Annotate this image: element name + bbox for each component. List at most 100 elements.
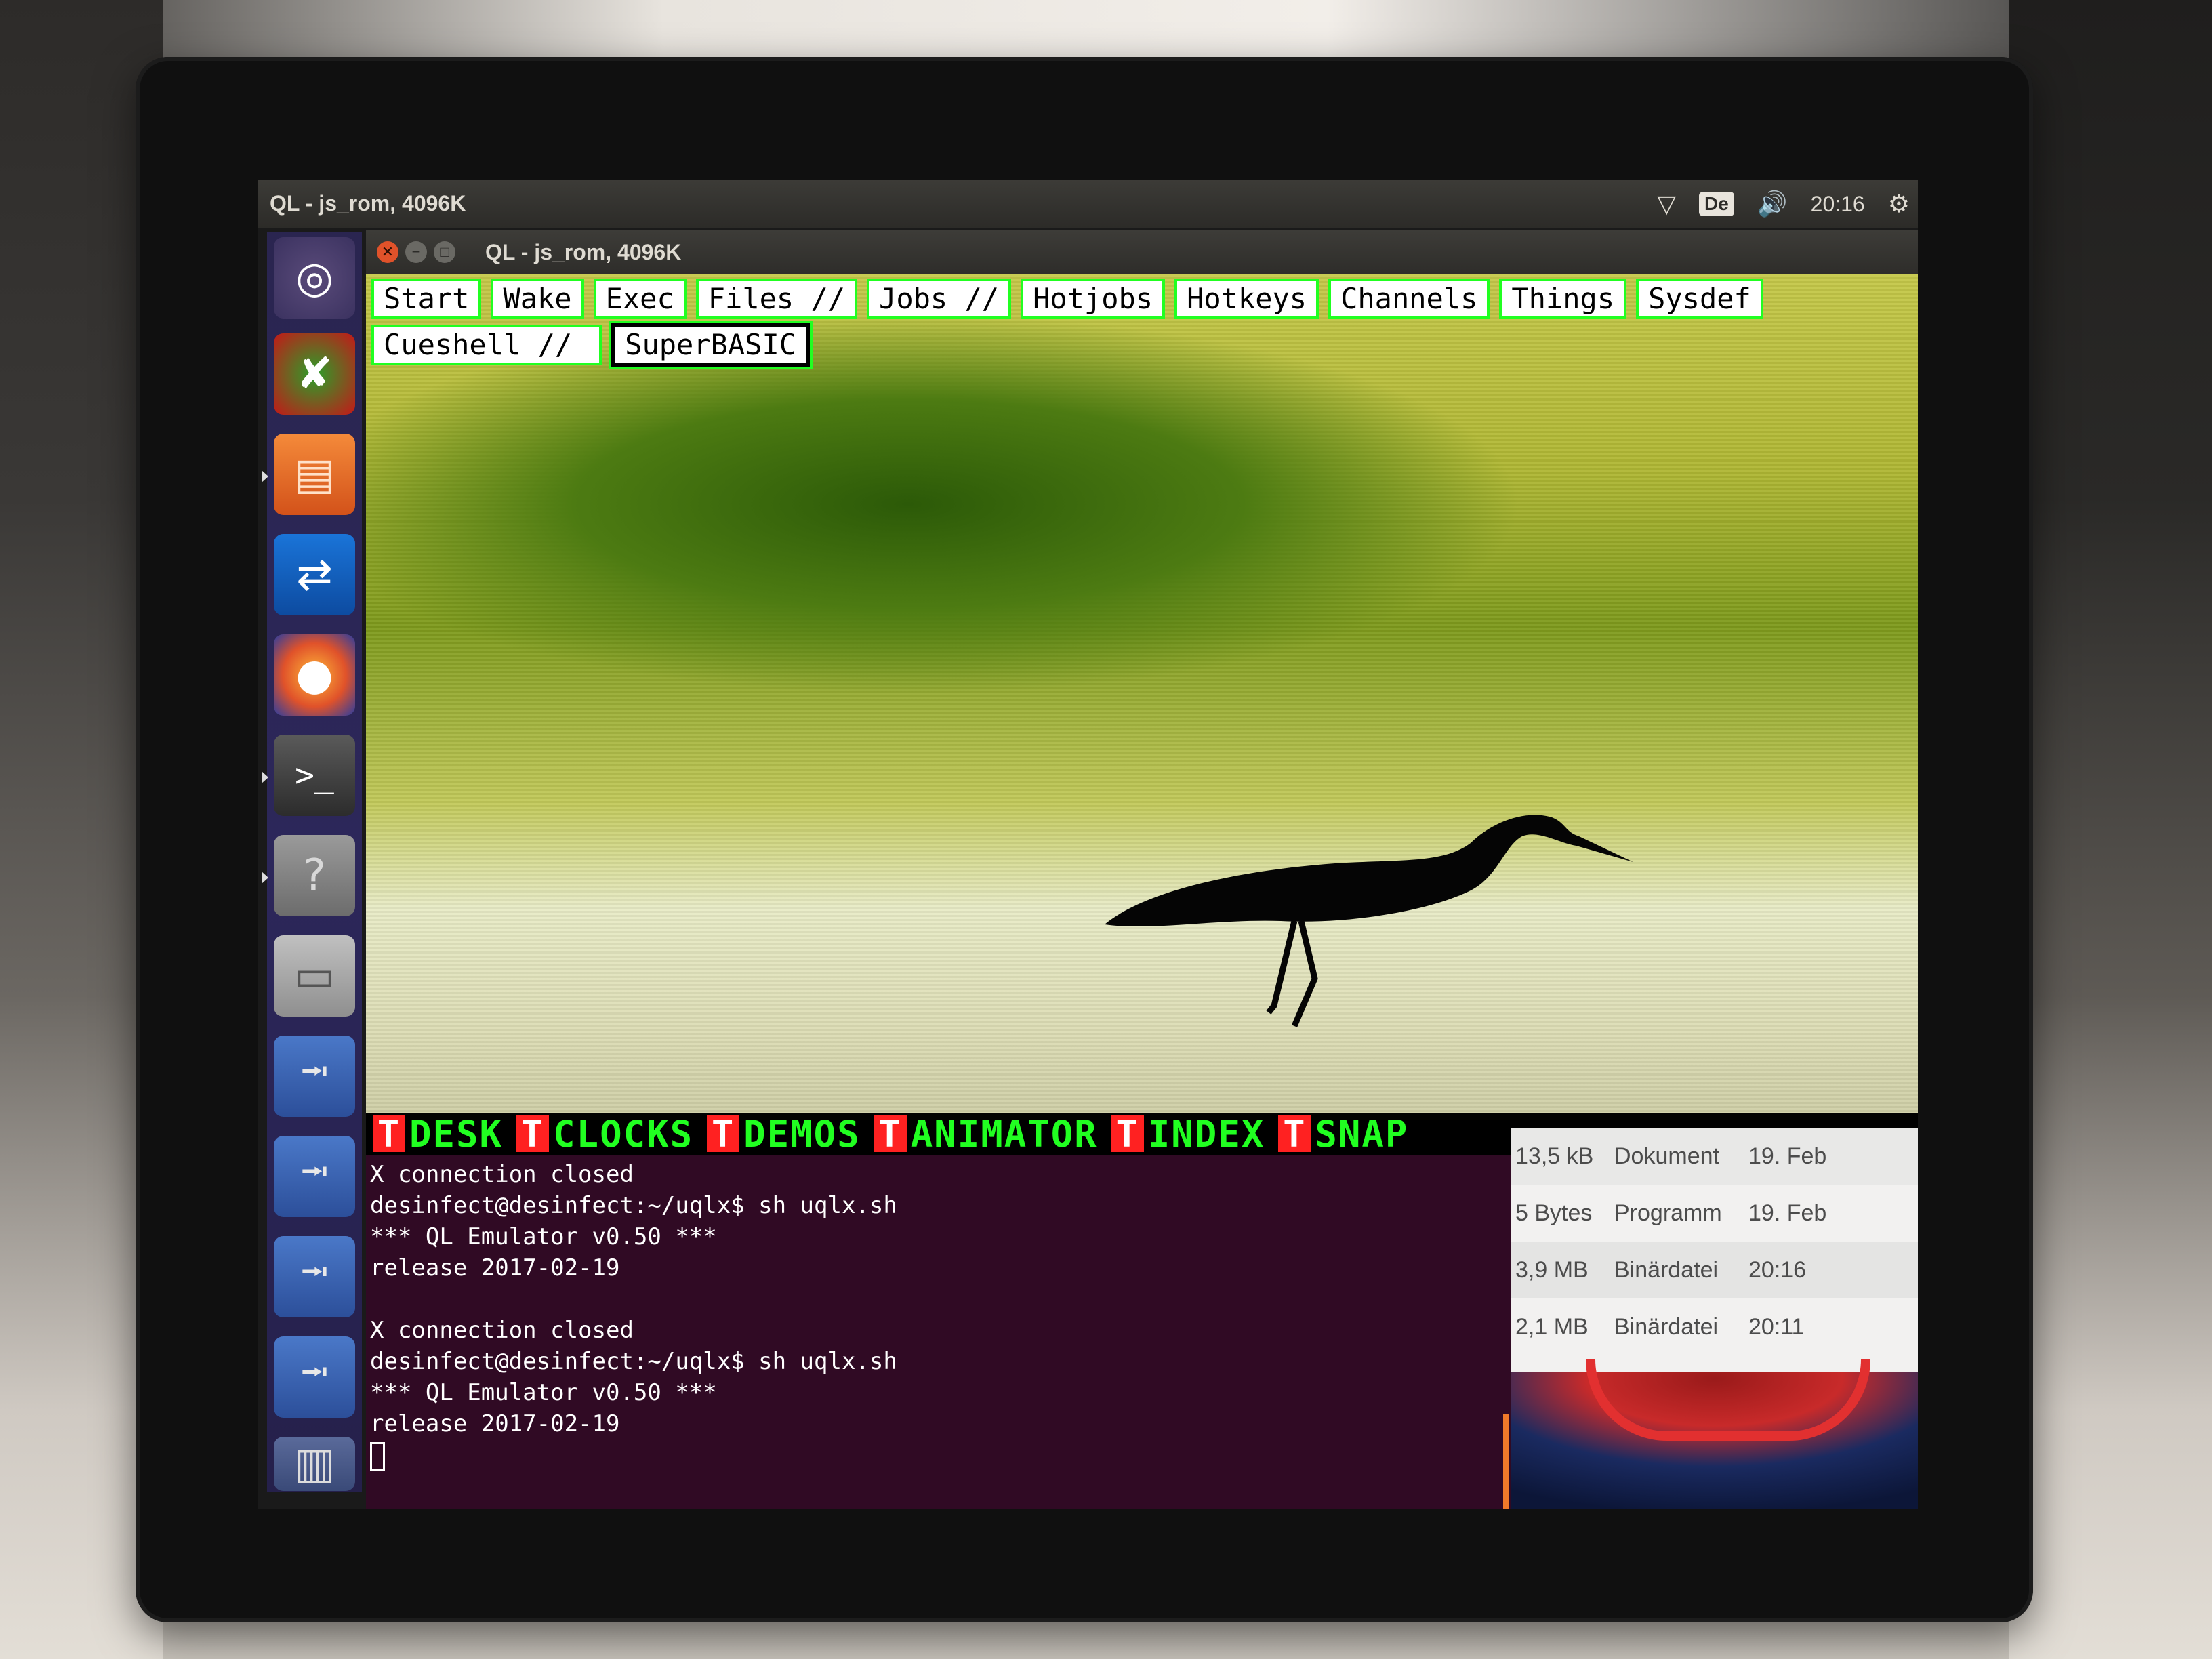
ql-tab-snap[interactable]: T SNAP bbox=[1278, 1113, 1408, 1155]
terminal-line: *** QL Emulator v0.50 *** bbox=[370, 1223, 717, 1250]
file-date: 19. Feb bbox=[1748, 1200, 1827, 1226]
terminal-icon: >_ bbox=[295, 756, 334, 794]
heron-silhouette bbox=[1105, 815, 1633, 1027]
minimize-icon[interactable]: − bbox=[405, 241, 427, 263]
usb-launcher-2[interactable]: ⭲ bbox=[274, 1136, 355, 1217]
ql-menu-wake[interactable]: Wake bbox=[491, 279, 584, 319]
ubuntu-dash-button[interactable]: ◎ bbox=[274, 237, 355, 319]
file-date: 19. Feb bbox=[1748, 1143, 1827, 1169]
teamviewer-icon: ⇄ bbox=[296, 550, 333, 600]
ql-menu-hotkeys[interactable]: Hotkeys bbox=[1174, 279, 1319, 319]
file-manager-fragment: 13,5 kB Dokument 19. Feb 5 Bytes Program… bbox=[1511, 1128, 1918, 1372]
ql-menu-row-1: Start Wake Exec Files ∕∕ Jobs ∕∕ Hotjobs… bbox=[371, 276, 1763, 321]
terminal-launcher[interactable]: >_ bbox=[274, 735, 355, 816]
file-size: 5 Bytes bbox=[1515, 1200, 1593, 1226]
file-row[interactable]: 13,5 kB Dokument 19. Feb bbox=[1511, 1128, 1918, 1185]
virus-icon: ✘ bbox=[296, 349, 333, 399]
ql-menu-exec[interactable]: Exec bbox=[593, 279, 687, 319]
file-date: 20:11 bbox=[1748, 1313, 1805, 1340]
usb-icon: ⭲ bbox=[300, 1150, 329, 1193]
ql-tab-label: INDEX bbox=[1147, 1112, 1265, 1155]
firefox-launcher[interactable]: ● bbox=[274, 634, 355, 716]
file-type: Binärdatei bbox=[1614, 1313, 1719, 1340]
wifi-icon[interactable]: ▽ bbox=[1657, 190, 1676, 218]
file-date: 20:16 bbox=[1748, 1256, 1807, 1283]
usb-icon: ⭲ bbox=[300, 1050, 329, 1092]
ql-tab-animator[interactable]: T ANIMATOR bbox=[874, 1113, 1098, 1155]
ql-menu-row-2: Cueshell ∕∕ SuperBASIC bbox=[371, 321, 813, 369]
room-background-right bbox=[2009, 0, 2212, 1659]
terminal-line: release 2017-02-19 bbox=[370, 1410, 620, 1437]
file-size: 3,9 MB bbox=[1515, 1256, 1589, 1283]
file-row[interactable]: 5 Bytes Programm 19. Feb bbox=[1511, 1185, 1918, 1242]
launcher-running-pip bbox=[262, 771, 268, 783]
close-icon[interactable]: ✕ bbox=[377, 241, 398, 263]
launcher: ◎ ✘ ▤ ⇄ ● >_ ? ▭ ⭲ ⭲ ⭲ ⭲ ▥ bbox=[262, 232, 362, 1492]
file-type: Binärdatei bbox=[1614, 1256, 1719, 1283]
terminal-cursor bbox=[370, 1441, 385, 1471]
ql-tab-marker: T bbox=[1111, 1113, 1144, 1155]
ql-tab-label: ANIMATOR bbox=[910, 1112, 1098, 1155]
drive-icon: ▭ bbox=[293, 951, 335, 1001]
ql-menu-hotjobs[interactable]: Hotjobs bbox=[1021, 279, 1166, 319]
ql-menu-cueshell[interactable]: Cueshell ∕∕ bbox=[371, 325, 602, 365]
file-type: Programm bbox=[1614, 1200, 1722, 1226]
keyboard-layout-indicator[interactable]: De bbox=[1699, 192, 1734, 216]
ql-menu-sysdef[interactable]: Sysdef bbox=[1636, 279, 1763, 319]
ql-menu-start[interactable]: Start bbox=[371, 279, 482, 319]
terminal-line: desinfect@desinfect:~/uqlx$ sh uqlx.sh bbox=[370, 1192, 897, 1219]
ql-menu-files[interactable]: Files ∕∕ bbox=[695, 279, 858, 319]
teamviewer-launcher[interactable]: ⇄ bbox=[274, 534, 355, 615]
launcher-running-pip bbox=[262, 872, 268, 884]
terminal-line: X connection closed bbox=[370, 1161, 634, 1188]
ql-tab-marker: T bbox=[874, 1113, 907, 1155]
folder-icon: ▤ bbox=[293, 449, 335, 499]
ql-tab-index[interactable]: T INDEX bbox=[1111, 1113, 1265, 1155]
ql-menu-things[interactable]: Things bbox=[1499, 279, 1627, 319]
ql-tab-marker: T bbox=[1278, 1113, 1311, 1155]
wallpaper-logo-ring bbox=[1586, 1359, 1870, 1441]
usb-launcher-1[interactable]: ⭲ bbox=[274, 1036, 355, 1117]
ql-tab-marker: T bbox=[707, 1113, 740, 1155]
file-type: Dokument bbox=[1614, 1143, 1719, 1169]
ubuntu-logo-icon: ◎ bbox=[295, 253, 333, 303]
file-row[interactable]: 3,9 MB Binärdatei 20:16 bbox=[1511, 1242, 1918, 1298]
ql-tab-demos[interactable]: T DEMOS bbox=[707, 1113, 861, 1155]
active-app-title: QL - js_rom, 4096K bbox=[270, 191, 466, 216]
ql-tab-label: DEMOS bbox=[743, 1112, 861, 1155]
ql-tab-clocks[interactable]: T CLOCKS bbox=[516, 1113, 693, 1155]
ql-tab-marker: T bbox=[516, 1113, 550, 1155]
terminal-prompt-line[interactable] bbox=[370, 1439, 1507, 1471]
help-launcher[interactable]: ? bbox=[274, 835, 355, 916]
file-size: 2,1 MB bbox=[1515, 1313, 1589, 1340]
trash-launcher[interactable]: ▥ bbox=[274, 1437, 355, 1491]
ql-window-title: QL - js_rom, 4096K bbox=[485, 240, 682, 264]
firefox-icon: ● bbox=[295, 650, 333, 700]
file-row[interactable]: 2,1 MB Binärdatei 20:11 bbox=[1511, 1298, 1918, 1355]
usb-icon: ⭲ bbox=[300, 1250, 329, 1293]
desktop-screen: QL - js_rom, 4096K ▽ De 🔊 20:16 ⚙ ◎ ✘ ▤ … bbox=[258, 180, 1918, 1509]
ql-window-titlebar[interactable]: ✕ − □ QL - js_rom, 4096K bbox=[366, 230, 1918, 274]
usb-launcher-3[interactable]: ⭲ bbox=[274, 1236, 355, 1317]
usb-icon: ⭲ bbox=[300, 1351, 329, 1393]
ql-menu-jobs[interactable]: Jobs ∕∕ bbox=[867, 279, 1012, 319]
clock[interactable]: 20:16 bbox=[1811, 192, 1865, 217]
settings-gear-icon[interactable]: ⚙ bbox=[1888, 190, 1910, 218]
virus-scanner-launcher[interactable]: ✘ bbox=[274, 333, 355, 415]
terminal-line: release 2017-02-19 bbox=[370, 1254, 620, 1282]
volume-icon[interactable]: 🔊 bbox=[1757, 190, 1788, 218]
terminal-window[interactable]: X connection closed desinfect@desinfect:… bbox=[366, 1155, 1511, 1509]
ql-menu-superbasic[interactable]: SuperBASIC bbox=[609, 321, 813, 369]
ql-emulator-window: ✕ − □ QL - js_rom, 4096K Start Wake Exec… bbox=[366, 230, 1918, 1155]
ql-menu-channels[interactable]: Channels bbox=[1328, 279, 1490, 319]
ql-display[interactable]: Start Wake Exec Files ∕∕ Jobs ∕∕ Hotjobs… bbox=[366, 274, 1918, 1155]
terminal-scroll-edge bbox=[1503, 1414, 1509, 1509]
terminal-line: desinfect@desinfect:~/uqlx$ sh uqlx.sh bbox=[370, 1348, 897, 1375]
terminal-line: X connection closed bbox=[370, 1317, 634, 1344]
files-launcher[interactable]: ▤ bbox=[274, 434, 355, 515]
ql-tab-marker: T bbox=[373, 1113, 405, 1155]
drive-launcher[interactable]: ▭ bbox=[274, 935, 355, 1017]
maximize-icon[interactable]: □ bbox=[434, 241, 455, 263]
ql-tab-desk[interactable]: T DESK bbox=[373, 1113, 503, 1155]
usb-launcher-4[interactable]: ⭲ bbox=[274, 1336, 355, 1418]
